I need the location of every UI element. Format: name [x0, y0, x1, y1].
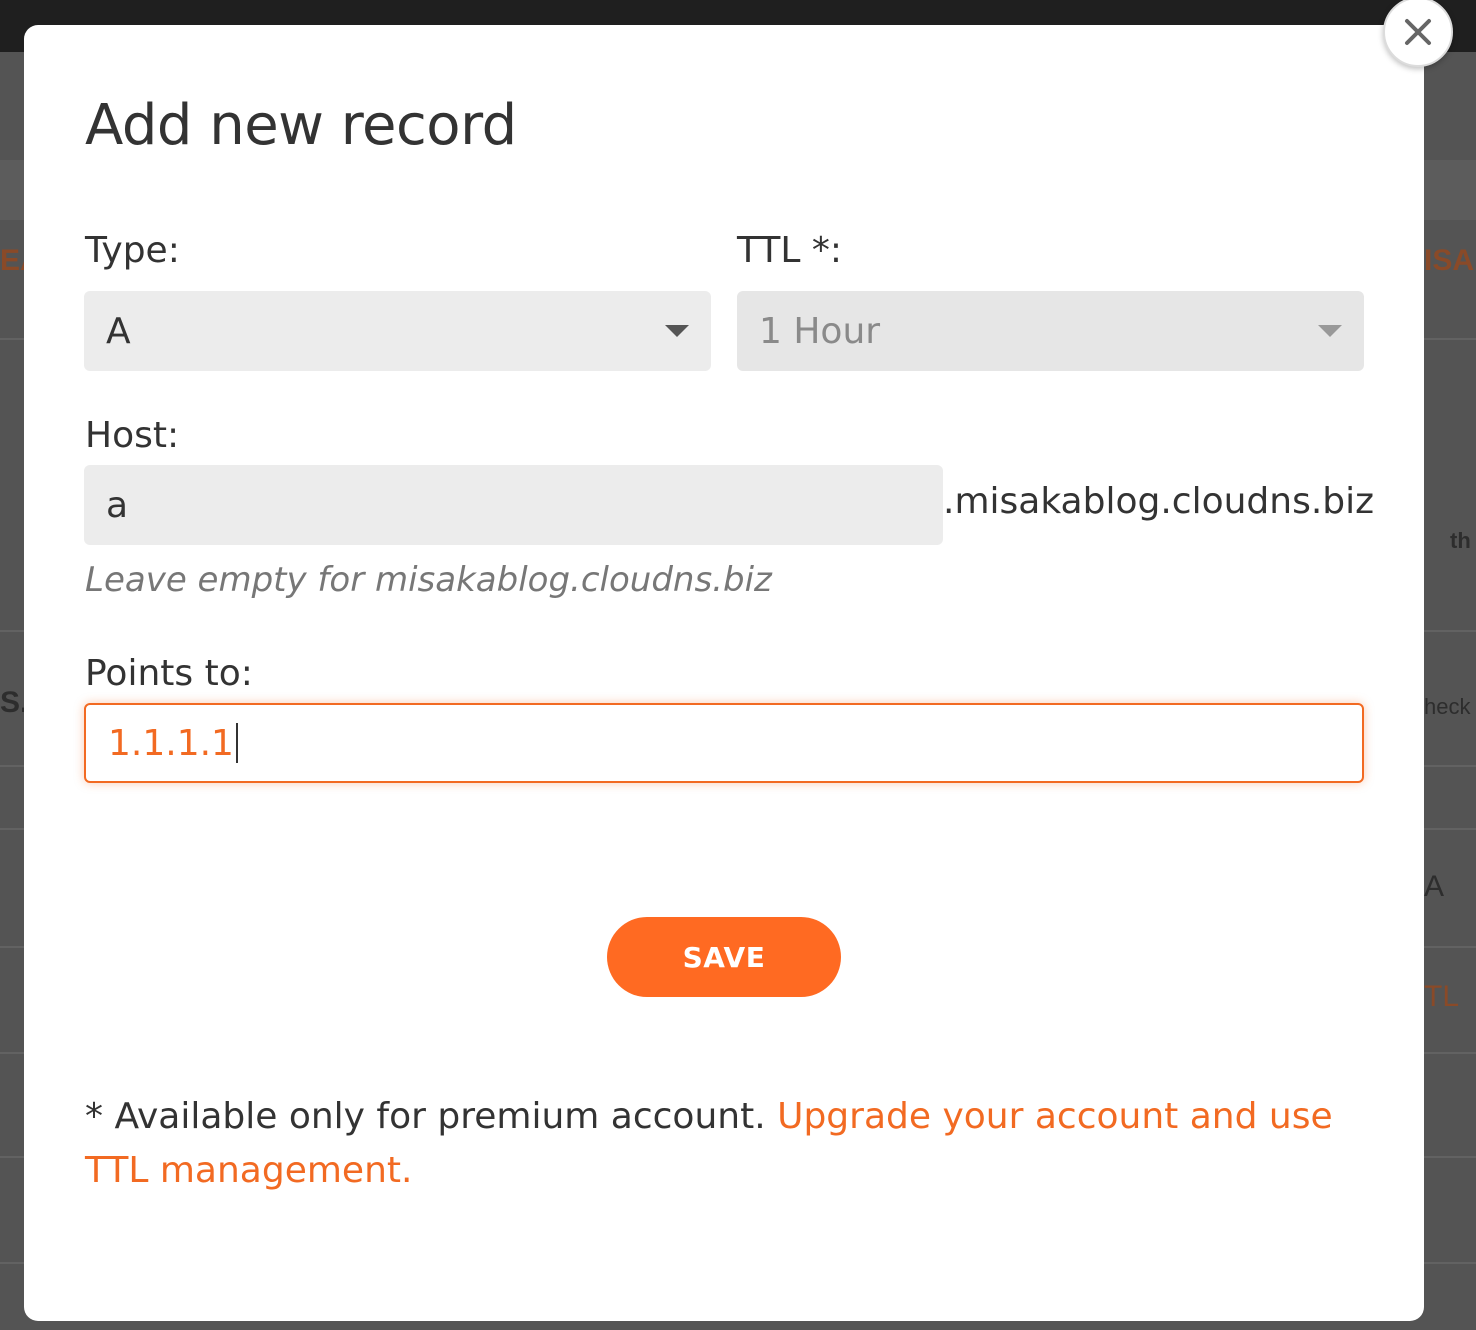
chevron-down-icon — [665, 325, 689, 337]
points-to-input[interactable]: 1.1.1.1 — [84, 703, 1364, 783]
host-input[interactable] — [84, 465, 943, 545]
footnote-text: * Available only for premium account. — [85, 1096, 778, 1137]
points-to-label: Points to: — [85, 653, 253, 694]
premium-footnote: * Available only for premium account. Up… — [85, 1090, 1375, 1198]
add-record-modal: Add new record Type: A TTL *: 1 Hour Hos… — [24, 25, 1424, 1321]
ttl-select[interactable]: 1 Hour — [737, 291, 1364, 371]
save-button[interactable]: SAVE — [607, 917, 841, 997]
background-text: heck — [1424, 694, 1471, 719]
ttl-select-value: 1 Hour — [759, 310, 881, 352]
chevron-down-icon — [1318, 325, 1342, 337]
type-select[interactable]: A — [84, 291, 711, 371]
points-to-value: 1.1.1.1 — [108, 722, 234, 764]
host-hint: Leave empty for misakablog.cloudns.biz — [85, 560, 772, 600]
modal-title: Add new record — [85, 93, 517, 158]
background-text: th — [1450, 528, 1471, 553]
ttl-label: TTL *: — [737, 230, 842, 271]
close-button[interactable] — [1383, 0, 1453, 67]
host-label: Host: — [85, 415, 180, 456]
text-cursor — [235, 723, 238, 763]
background-text: A — [1424, 870, 1445, 903]
type-select-value: A — [106, 310, 131, 352]
close-icon — [1405, 19, 1431, 45]
host-domain-suffix: .misakablog.cloudns.biz — [943, 481, 1375, 522]
background-text: ISA — [1424, 244, 1475, 277]
background-text: TL — [1424, 980, 1460, 1013]
type-label: Type: — [85, 230, 180, 271]
